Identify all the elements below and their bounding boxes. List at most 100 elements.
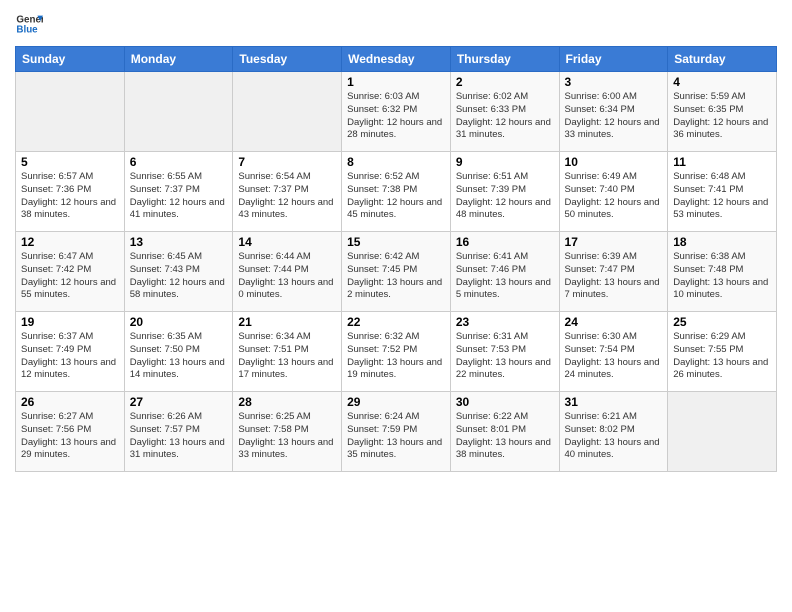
day-number: 22: [347, 315, 445, 329]
day-number: 9: [456, 155, 554, 169]
calendar-week-1: 1 Sunrise: 6:03 AM Sunset: 6:32 PM Daylig…: [16, 72, 777, 152]
day-info: Sunrise: 6:55 AM Sunset: 7:37 PM Dayligh…: [130, 171, 228, 222]
day-number: 19: [21, 315, 119, 329]
calendar-cell: 12 Sunrise: 6:47 AM Sunset: 7:42 PM Dayli…: [16, 232, 125, 312]
calendar-header-sunday: Sunday: [16, 47, 125, 72]
calendar-body: 1 Sunrise: 6:03 AM Sunset: 6:32 PM Daylig…: [16, 72, 777, 472]
logo: General Blue: [15, 10, 47, 38]
day-number: 10: [565, 155, 663, 169]
day-info: Sunrise: 6:44 AM Sunset: 7:44 PM Dayligh…: [238, 251, 336, 302]
logo-icon: General Blue: [15, 10, 43, 38]
calendar-cell: [233, 72, 342, 152]
day-info: Sunrise: 6:47 AM Sunset: 7:42 PM Dayligh…: [21, 251, 119, 302]
calendar-cell: 13 Sunrise: 6:45 AM Sunset: 7:43 PM Dayli…: [124, 232, 233, 312]
day-info: Sunrise: 6:02 AM Sunset: 6:33 PM Dayligh…: [456, 91, 554, 142]
calendar-cell: 7 Sunrise: 6:54 AM Sunset: 7:37 PM Daylig…: [233, 152, 342, 232]
calendar-cell: 2 Sunrise: 6:02 AM Sunset: 6:33 PM Daylig…: [450, 72, 559, 152]
calendar-week-4: 19 Sunrise: 6:37 AM Sunset: 7:49 PM Dayli…: [16, 312, 777, 392]
day-info: Sunrise: 6:38 AM Sunset: 7:48 PM Dayligh…: [673, 251, 771, 302]
day-number: 8: [347, 155, 445, 169]
day-number: 2: [456, 75, 554, 89]
day-info: Sunrise: 6:34 AM Sunset: 7:51 PM Dayligh…: [238, 331, 336, 382]
calendar-cell: 5 Sunrise: 6:57 AM Sunset: 7:36 PM Daylig…: [16, 152, 125, 232]
day-info: Sunrise: 6:21 AM Sunset: 8:02 PM Dayligh…: [565, 411, 663, 462]
day-info: Sunrise: 6:52 AM Sunset: 7:38 PM Dayligh…: [347, 171, 445, 222]
day-number: 11: [673, 155, 771, 169]
day-info: Sunrise: 6:30 AM Sunset: 7:54 PM Dayligh…: [565, 331, 663, 382]
day-number: 25: [673, 315, 771, 329]
calendar-week-5: 26 Sunrise: 6:27 AM Sunset: 7:56 PM Dayli…: [16, 392, 777, 472]
calendar-cell: 25 Sunrise: 6:29 AM Sunset: 7:55 PM Dayli…: [668, 312, 777, 392]
day-info: Sunrise: 6:24 AM Sunset: 7:59 PM Dayligh…: [347, 411, 445, 462]
calendar-table: SundayMondayTuesdayWednesdayThursdayFrid…: [15, 46, 777, 472]
day-info: Sunrise: 6:26 AM Sunset: 7:57 PM Dayligh…: [130, 411, 228, 462]
day-info: Sunrise: 6:32 AM Sunset: 7:52 PM Dayligh…: [347, 331, 445, 382]
day-info: Sunrise: 6:39 AM Sunset: 7:47 PM Dayligh…: [565, 251, 663, 302]
calendar-header-saturday: Saturday: [668, 47, 777, 72]
calendar-header-friday: Friday: [559, 47, 668, 72]
day-number: 27: [130, 395, 228, 409]
calendar-cell: [668, 392, 777, 472]
day-info: Sunrise: 6:51 AM Sunset: 7:39 PM Dayligh…: [456, 171, 554, 222]
day-number: 24: [565, 315, 663, 329]
day-number: 5: [21, 155, 119, 169]
day-number: 23: [456, 315, 554, 329]
calendar-cell: 16Sunrise: 6:41 AM Sunset: 7:46 PM Dayli…: [450, 232, 559, 312]
day-number: 26: [21, 395, 119, 409]
day-info: Sunrise: 6:03 AM Sunset: 6:32 PM Dayligh…: [347, 91, 445, 142]
day-info: Sunrise: 6:25 AM Sunset: 7:58 PM Dayligh…: [238, 411, 336, 462]
day-info: Sunrise: 6:54 AM Sunset: 7:37 PM Dayligh…: [238, 171, 336, 222]
calendar-cell: [16, 72, 125, 152]
calendar-cell: 10 Sunrise: 6:49 AM Sunset: 7:40 PM Dayli…: [559, 152, 668, 232]
day-info: Sunrise: 6:42 AM Sunset: 7:45 PM Dayligh…: [347, 251, 445, 302]
calendar-header-thursday: Thursday: [450, 47, 559, 72]
day-number: 18: [673, 235, 771, 249]
calendar-cell: 14 Sunrise: 6:44 AM Sunset: 7:44 PM Dayli…: [233, 232, 342, 312]
day-number: 30: [456, 395, 554, 409]
day-number: 4: [673, 75, 771, 89]
calendar-cell: 23 Sunrise: 6:31 AM Sunset: 7:53 PM Dayli…: [450, 312, 559, 392]
calendar-cell: 27 Sunrise: 6:26 AM Sunset: 7:57 PM Dayli…: [124, 392, 233, 472]
day-number: 14: [238, 235, 336, 249]
day-info: Sunrise: 6:00 AM Sunset: 6:34 PM Dayligh…: [565, 91, 663, 142]
day-info: Sunrise: 6:29 AM Sunset: 7:55 PM Dayligh…: [673, 331, 771, 382]
calendar-cell: 15 Sunrise: 6:42 AM Sunset: 7:45 PM Dayli…: [342, 232, 451, 312]
calendar-cell: 20Sunrise: 6:35 AM Sunset: 7:50 PM Dayli…: [124, 312, 233, 392]
day-number: 15: [347, 235, 445, 249]
calendar-cell: 22 Sunrise: 6:32 AM Sunset: 7:52 PM Dayli…: [342, 312, 451, 392]
calendar-cell: 11 Sunrise: 6:48 AM Sunset: 7:41 PM Dayli…: [668, 152, 777, 232]
calendar-cell: 4Sunrise: 5:59 AM Sunset: 6:35 PM Daylig…: [668, 72, 777, 152]
calendar-cell: 24 Sunrise: 6:30 AM Sunset: 7:54 PM Dayli…: [559, 312, 668, 392]
calendar-cell: 1 Sunrise: 6:03 AM Sunset: 6:32 PM Daylig…: [342, 72, 451, 152]
calendar-cell: 6 Sunrise: 6:55 AM Sunset: 7:37 PM Daylig…: [124, 152, 233, 232]
calendar-header-tuesday: Tuesday: [233, 47, 342, 72]
day-info: Sunrise: 6:49 AM Sunset: 7:40 PM Dayligh…: [565, 171, 663, 222]
day-number: 16: [456, 235, 554, 249]
calendar-header-monday: Monday: [124, 47, 233, 72]
day-info: Sunrise: 6:57 AM Sunset: 7:36 PM Dayligh…: [21, 171, 119, 222]
calendar-cell: 8 Sunrise: 6:52 AM Sunset: 7:38 PM Daylig…: [342, 152, 451, 232]
calendar-cell: 3Sunrise: 6:00 AM Sunset: 6:34 PM Daylig…: [559, 72, 668, 152]
day-number: 12: [21, 235, 119, 249]
day-number: 6: [130, 155, 228, 169]
calendar-cell: 17Sunrise: 6:39 AM Sunset: 7:47 PM Dayli…: [559, 232, 668, 312]
day-info: Sunrise: 6:27 AM Sunset: 7:56 PM Dayligh…: [21, 411, 119, 462]
day-info: Sunrise: 6:22 AM Sunset: 8:01 PM Dayligh…: [456, 411, 554, 462]
day-number: 29: [347, 395, 445, 409]
day-info: Sunrise: 6:45 AM Sunset: 7:43 PM Dayligh…: [130, 251, 228, 302]
day-number: 7: [238, 155, 336, 169]
day-number: 21: [238, 315, 336, 329]
day-info: Sunrise: 6:48 AM Sunset: 7:41 PM Dayligh…: [673, 171, 771, 222]
calendar-week-3: 12 Sunrise: 6:47 AM Sunset: 7:42 PM Dayli…: [16, 232, 777, 312]
day-info: Sunrise: 6:31 AM Sunset: 7:53 PM Dayligh…: [456, 331, 554, 382]
day-info: Sunrise: 6:37 AM Sunset: 7:49 PM Dayligh…: [21, 331, 119, 382]
day-number: 1: [347, 75, 445, 89]
calendar-cell: 31 Sunrise: 6:21 AM Sunset: 8:02 PM Dayli…: [559, 392, 668, 472]
day-number: 31: [565, 395, 663, 409]
calendar-cell: [124, 72, 233, 152]
day-number: 28: [238, 395, 336, 409]
calendar-cell: 30 Sunrise: 6:22 AM Sunset: 8:01 PM Dayli…: [450, 392, 559, 472]
day-info: Sunrise: 6:35 AM Sunset: 7:50 PM Dayligh…: [130, 331, 228, 382]
day-number: 13: [130, 235, 228, 249]
calendar-cell: 18 Sunrise: 6:38 AM Sunset: 7:48 PM Dayli…: [668, 232, 777, 312]
